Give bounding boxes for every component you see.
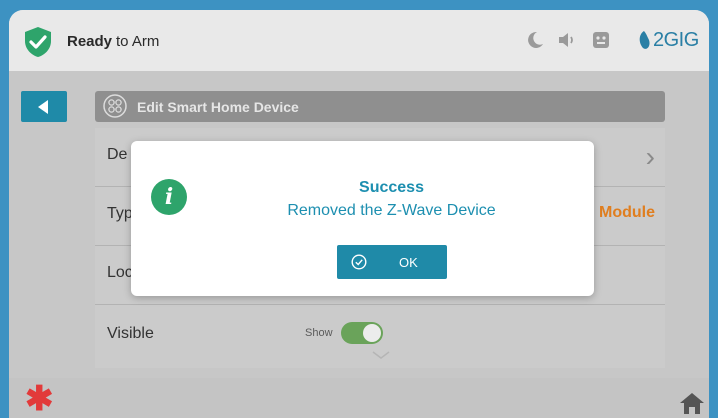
row-label: De [107,146,128,163]
emergency-icon[interactable]: ✱ [25,382,54,416]
toggle-label: Show [305,327,333,339]
dialog-message: Removed the Z-Wave Device [287,202,496,219]
status-ready-text: Ready [67,33,113,50]
smart-home-icon [103,94,127,118]
row-label: Typ [107,205,133,222]
back-arrow-icon [38,100,48,114]
row-label: Loc [107,264,133,281]
dialog-title: Success [359,179,424,196]
moon-icon[interactable] [525,30,545,50]
shield-check-icon [25,27,51,57]
status-bar: Ready to Arm 2GIG [9,10,709,71]
chevron-right-icon: › [645,141,655,172]
toggle-knob [363,324,381,342]
volume-icon[interactable] [557,30,577,50]
check-circle-icon [351,254,367,270]
ok-label: OK [399,255,418,270]
bottom-bar [9,378,709,418]
brand-logo-text: 2GIG [653,29,699,51]
device-frame: Ready to Arm 2GIG Edit Smart Home Device… [0,0,718,418]
home-icon[interactable] [679,391,705,415]
row-label: Visible [107,325,154,342]
status-to-arm-text: to Arm [116,33,160,50]
success-dialog: i Success Removed the Z-Wave Device OK [131,141,594,296]
ok-button[interactable]: OK [337,245,447,279]
visible-toggle[interactable] [341,322,383,344]
back-button[interactable] [21,91,67,122]
panel-icon[interactable] [591,30,611,50]
touch-screen: Ready to Arm 2GIG Edit Smart Home Device… [9,10,709,418]
page-title: Edit Smart Home Device [137,99,299,115]
chevron-down-icon[interactable] [371,350,391,360]
